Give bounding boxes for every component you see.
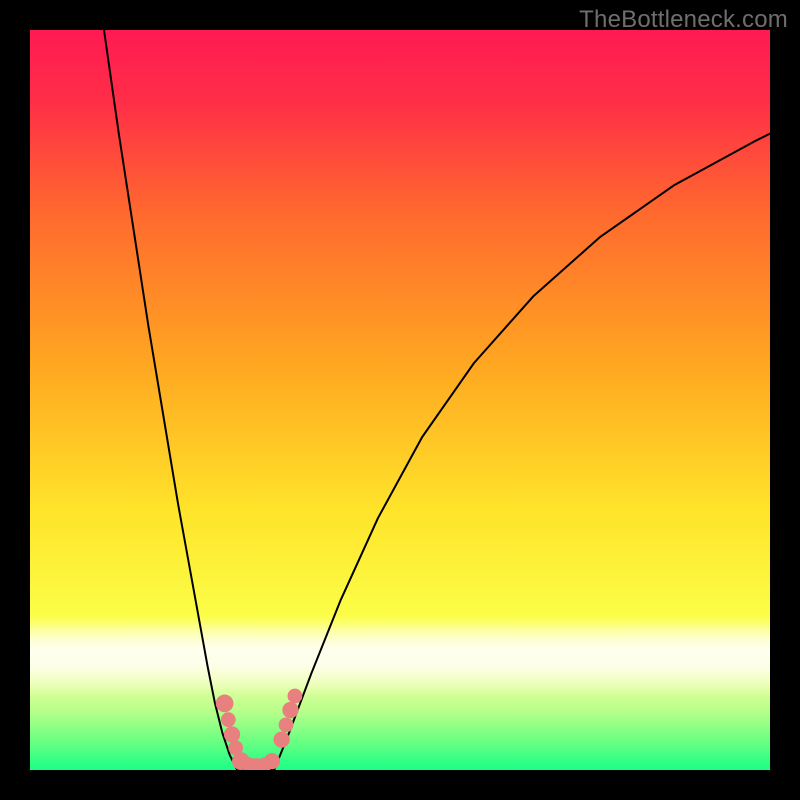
curve-marker xyxy=(288,689,303,704)
curve-marker xyxy=(273,732,289,748)
curve-layer xyxy=(30,30,770,770)
chart-stage: TheBottleneck.com xyxy=(0,0,800,800)
curve-marker xyxy=(264,753,280,769)
curve-marker xyxy=(221,712,236,727)
bottleneck-curve xyxy=(104,30,770,770)
curve-marker xyxy=(216,695,234,713)
curve-markers xyxy=(216,689,303,770)
curve-marker xyxy=(279,717,294,732)
plot-area xyxy=(30,30,770,770)
curve-marker xyxy=(282,702,298,718)
watermark-text: TheBottleneck.com xyxy=(579,6,788,34)
curve-marker xyxy=(224,726,240,742)
